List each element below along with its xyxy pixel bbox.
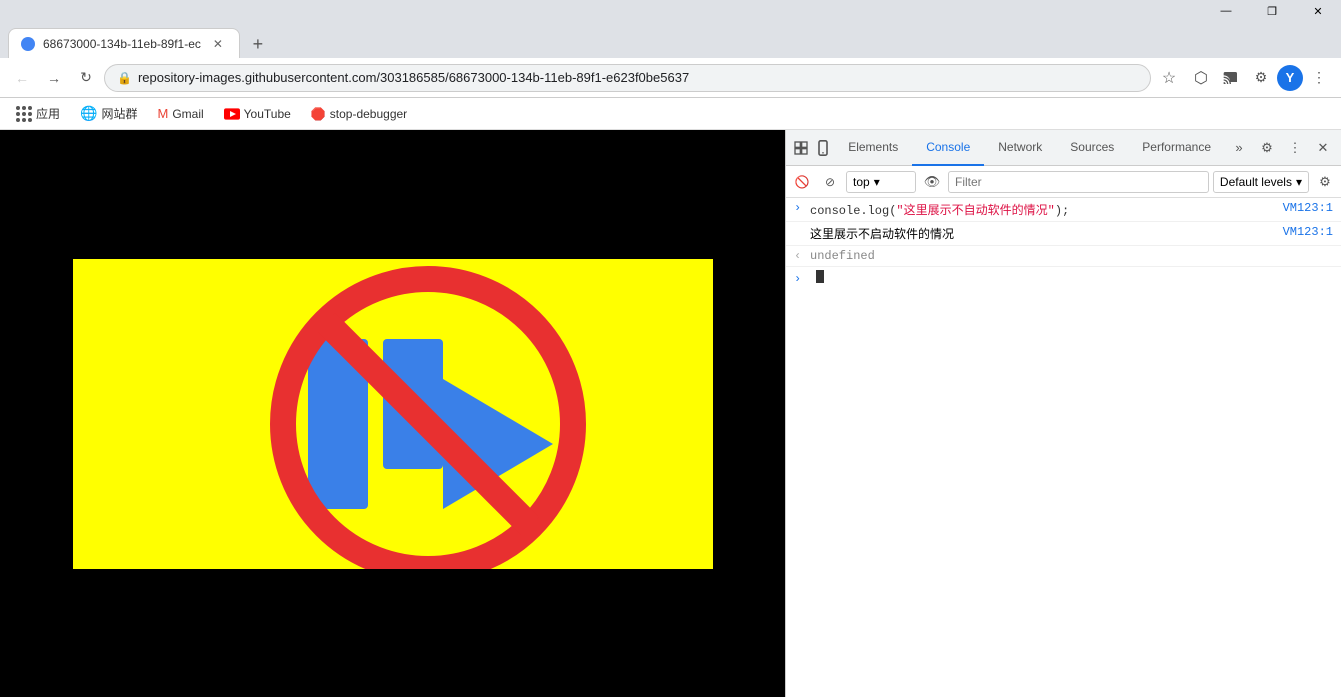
youtube-icon xyxy=(224,108,240,120)
close-button[interactable]: ✕ xyxy=(1295,0,1341,22)
main-content: Elements Console Network Sources Perform… xyxy=(0,130,1341,697)
bookmark-stop-debugger-label: stop-debugger xyxy=(330,107,407,121)
forward-button[interactable]: → xyxy=(40,64,68,92)
context-dropdown-arrow: ▾ xyxy=(874,175,880,189)
extensions-icon[interactable]: ⬡ xyxy=(1187,64,1215,92)
bookmark-apps-label: 应用 xyxy=(36,105,60,122)
browser-window: — ❐ ✕ 68673000-134b-11eb-89f1-ec ✕ + ← →… xyxy=(0,0,1341,697)
windows-title-bar: — ❐ ✕ xyxy=(0,0,1341,22)
refresh-button[interactable]: ↻ xyxy=(72,64,100,92)
maximize-button[interactable]: ❐ xyxy=(1249,0,1295,22)
tab-bar: 68673000-134b-11eb-89f1-ec ✕ + xyxy=(0,22,1341,58)
image-container xyxy=(73,259,713,569)
devtools-mobile-btn[interactable] xyxy=(812,134,834,162)
console-prompt-arrow: › xyxy=(794,272,804,286)
console-line-1-text: console.log("这里展示不自动软件的情况"); xyxy=(810,201,1283,218)
bookmark-gmail-label: Gmail xyxy=(172,107,203,121)
devtools-more-icon[interactable]: » xyxy=(1225,134,1253,162)
devtools-inspect-btn[interactable] xyxy=(790,134,812,162)
console-output-text: 这里展示不启动软件的情况 xyxy=(810,225,1283,242)
levels-dropdown-arrow: ▾ xyxy=(1296,175,1302,189)
bookmark-gmail[interactable]: M Gmail xyxy=(149,102,211,126)
devtools-overflow-icon[interactable]: ⋮ xyxy=(1281,134,1309,162)
bookmark-youtube-label: YouTube xyxy=(244,107,291,121)
no-autoplay-image xyxy=(73,259,713,569)
toolbar-icons: ⬡ ⚙ Y ⋮ xyxy=(1187,64,1333,92)
bookmarks-bar: 应用 🌐 网站群 M Gmail YouTube 🛑 stop-debugger xyxy=(0,98,1341,130)
profile-icon[interactable]: Y xyxy=(1277,65,1303,91)
stop-debugger-icon: 🛑 xyxy=(311,107,326,121)
new-tab-button[interactable]: + xyxy=(244,30,272,58)
console-location-2[interactable]: VM123:1 xyxy=(1283,225,1333,239)
console-code-prefix: console.log( xyxy=(810,204,896,218)
console-code-suffix: ); xyxy=(1055,204,1069,218)
minimize-button[interactable]: — xyxy=(1203,0,1249,22)
browser-viewport xyxy=(0,130,785,697)
back-button[interactable]: ← xyxy=(8,64,36,92)
context-value: top xyxy=(853,175,870,189)
bookmark-youtube[interactable]: YouTube xyxy=(216,102,299,126)
bookmark-stop-debugger[interactable]: 🛑 stop-debugger xyxy=(303,102,415,126)
eye-button[interactable]: 👁 xyxy=(920,170,944,194)
lock-icon: 🔒 xyxy=(117,71,132,85)
devtools-tab-bar: Elements Console Network Sources Perform… xyxy=(786,130,1341,166)
bookmark-website-group[interactable]: 🌐 网站群 xyxy=(72,102,145,126)
settings-icon[interactable]: ⚙ xyxy=(1247,64,1275,92)
console-clear-btn[interactable]: 🚫 xyxy=(790,170,814,194)
console-output[interactable]: › console.log("这里展示不自动软件的情况"); VM123:1 ›… xyxy=(786,198,1341,697)
default-levels-dropdown[interactable]: Default levels ▾ xyxy=(1213,171,1309,193)
tab-favicon xyxy=(21,37,35,51)
website-group-icon: 🌐 xyxy=(80,105,97,122)
bookmark-button[interactable]: ☆ xyxy=(1155,64,1183,92)
console-filter-toggle[interactable]: ⊘ xyxy=(818,170,842,194)
console-settings-btn[interactable]: ⚙ xyxy=(1313,170,1337,194)
devtools-tab-network[interactable]: Network xyxy=(984,130,1056,166)
console-undefined-value: undefined xyxy=(810,249,875,263)
devtools-tab-sources[interactable]: Sources xyxy=(1056,130,1128,166)
bookmark-website-group-label: 网站群 xyxy=(101,105,137,122)
console-line-2: › 这里展示不启动软件的情况 VM123:1 xyxy=(786,222,1341,246)
devtools-settings-icon[interactable]: ⚙ xyxy=(1253,134,1281,162)
console-string-value: "这里展示不自动软件的情况" xyxy=(896,204,1054,218)
console-line-3: ‹ undefined xyxy=(786,246,1341,267)
active-tab[interactable]: 68673000-134b-11eb-89f1-ec ✕ xyxy=(8,28,240,58)
gmail-icon: M xyxy=(157,106,168,121)
devtools-tab-elements[interactable]: Elements xyxy=(834,130,912,166)
console-input-prompt-line[interactable]: › xyxy=(786,267,1341,290)
devtools-tab-performance[interactable]: Performance xyxy=(1128,130,1225,166)
console-result-arrow: ‹ xyxy=(794,249,804,263)
console-line-1: › console.log("这里展示不自动软件的情况"); VM123:1 xyxy=(786,198,1341,222)
devtools-more-tabs: » ⚙ ⋮ ✕ xyxy=(1225,134,1337,162)
console-cursor-area[interactable] xyxy=(816,270,824,287)
filter-input[interactable] xyxy=(948,171,1209,193)
chrome-cast-icon[interactable] xyxy=(1217,64,1245,92)
bookmark-apps[interactable]: 应用 xyxy=(8,102,68,126)
context-selector[interactable]: top ▾ xyxy=(846,171,916,193)
devtools-tab-console[interactable]: Console xyxy=(912,130,984,166)
console-cursor xyxy=(816,270,824,283)
console-toolbar: 🚫 ⊘ top ▾ 👁 Default levels ▾ ⚙ xyxy=(786,166,1341,198)
menu-icon[interactable]: ⋮ xyxy=(1305,64,1333,92)
devtools-panel: Elements Console Network Sources Perform… xyxy=(785,130,1341,697)
url-text: repository-images.githubusercontent.com/… xyxy=(138,70,1138,85)
console-location-1[interactable]: VM123:1 xyxy=(1283,201,1333,215)
apps-grid-icon xyxy=(16,106,32,122)
tab-title: 68673000-134b-11eb-89f1-ec xyxy=(43,37,201,51)
devtools-close-icon[interactable]: ✕ xyxy=(1309,134,1337,162)
address-bar: ← → ↻ 🔒 repository-images.githubusercont… xyxy=(0,58,1341,98)
url-bar[interactable]: 🔒 repository-images.githubusercontent.co… xyxy=(104,64,1151,92)
console-output-spacer: › xyxy=(794,225,804,239)
console-input-arrow: › xyxy=(794,201,804,215)
tab-close-button[interactable]: ✕ xyxy=(209,35,227,53)
default-levels-label: Default levels xyxy=(1220,175,1292,189)
